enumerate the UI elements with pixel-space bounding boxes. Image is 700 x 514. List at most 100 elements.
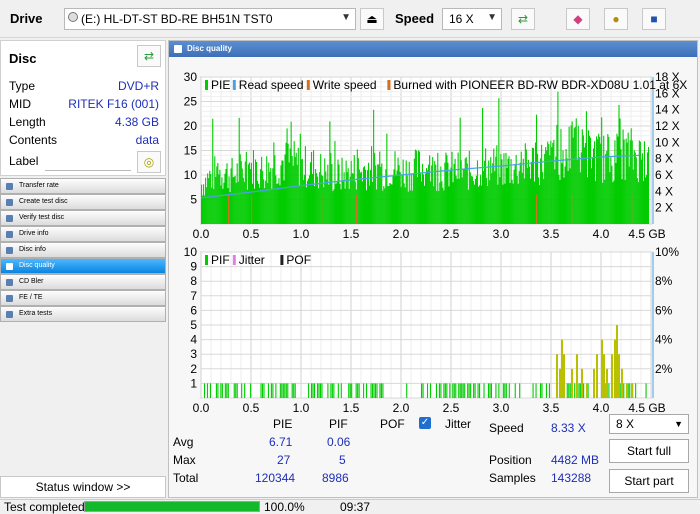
pie-bar bbox=[627, 132, 629, 224]
pie-bar bbox=[431, 165, 433, 224]
chevron-down-icon: ▼ bbox=[674, 419, 683, 429]
pie-bar bbox=[604, 179, 606, 224]
pie-bar bbox=[589, 137, 592, 224]
x-tick-label: 3.0 bbox=[493, 401, 510, 415]
pif-spike bbox=[581, 368, 583, 398]
nav-item-label: Drive info bbox=[19, 230, 49, 237]
pie-bar bbox=[310, 151, 313, 224]
drive-select[interactable]: (E:) HL-DT-ST BD-RE BH51N TST0 ▼ bbox=[64, 8, 356, 30]
pie-bar bbox=[599, 136, 601, 224]
start-part-button[interactable]: Start part bbox=[609, 469, 689, 493]
test-speed-select[interactable]: 8 X ▼ bbox=[609, 414, 689, 434]
pie-bar bbox=[636, 177, 638, 224]
pif-bar bbox=[357, 383, 359, 398]
verify-disc-icon bbox=[6, 215, 13, 222]
pie-bar bbox=[302, 180, 304, 224]
write-speed-mark bbox=[536, 194, 538, 224]
pie-bar bbox=[581, 129, 583, 224]
pie-bar bbox=[595, 180, 597, 224]
pie-bar bbox=[296, 164, 298, 224]
pif-bar bbox=[453, 383, 455, 398]
disc-label-input[interactable] bbox=[45, 151, 131, 171]
pif-bar bbox=[373, 383, 375, 398]
pif-bar bbox=[440, 383, 442, 398]
pif-bar bbox=[363, 383, 365, 398]
progress-bar bbox=[84, 501, 260, 512]
pie-bar bbox=[443, 190, 445, 224]
nav-item-create-test-disc[interactable]: Create test disc bbox=[0, 194, 166, 210]
nav-item-label: Extra tests bbox=[19, 310, 53, 317]
disc-refresh-button[interactable]: ⇄ bbox=[137, 45, 161, 67]
nav-item-label: CD Bler bbox=[19, 278, 44, 285]
pif-bar bbox=[267, 383, 269, 398]
pie-bar bbox=[452, 182, 454, 224]
save-button[interactable]: ■ bbox=[642, 8, 666, 30]
pie-bar bbox=[415, 150, 417, 224]
pie-bar bbox=[215, 176, 217, 224]
pie-bar bbox=[643, 141, 646, 224]
pie-bar bbox=[585, 111, 587, 224]
nav-item-transfer-rate[interactable]: Transfer rate bbox=[0, 178, 166, 194]
legend-swatch bbox=[387, 80, 391, 90]
start-full-button[interactable]: Start full bbox=[609, 439, 689, 463]
pie-bar bbox=[419, 172, 422, 224]
refresh-speed-button[interactable]: ⇄ bbox=[511, 8, 535, 30]
y-tick-label: 10 bbox=[184, 245, 198, 259]
pie-bar bbox=[208, 178, 210, 224]
disc-label-button[interactable]: ◎ bbox=[137, 151, 161, 173]
y-tick-label: 7 bbox=[190, 289, 197, 303]
progress-percent: 100.0% bbox=[264, 500, 305, 514]
speed-select[interactable]: 16 X ▼ bbox=[442, 8, 502, 30]
y2-tick-label: 4% bbox=[655, 333, 673, 347]
pif-bar bbox=[406, 383, 408, 398]
nav-item-extra-tests[interactable]: Extra tests bbox=[0, 306, 166, 322]
pif-bar bbox=[285, 383, 287, 398]
pif-bar bbox=[279, 383, 281, 398]
tools-button[interactable]: ● bbox=[604, 8, 628, 30]
pie-bar bbox=[594, 141, 596, 224]
pie-bar bbox=[241, 168, 243, 224]
pie-bar bbox=[559, 179, 561, 224]
pif-bar bbox=[291, 383, 293, 398]
pie-bar bbox=[436, 190, 438, 224]
legend-label: PIF bbox=[211, 253, 230, 267]
write-speed-mark bbox=[631, 194, 633, 224]
eject-button[interactable]: ⏏ bbox=[360, 8, 384, 30]
pie-bar bbox=[245, 151, 247, 224]
pie-bar bbox=[448, 186, 450, 224]
erase-button[interactable]: ◆ bbox=[566, 8, 590, 30]
nav-item-fe-te[interactable]: FE / TE bbox=[0, 290, 166, 306]
pie-bar bbox=[260, 169, 262, 224]
pif-bar bbox=[449, 383, 451, 398]
nav-item-drive-info[interactable]: Drive info bbox=[0, 226, 166, 242]
write-speed-mark bbox=[321, 194, 323, 224]
nav-item-cd-bler[interactable]: CD Bler bbox=[0, 274, 166, 290]
jitter-checkbox[interactable]: ✓ bbox=[419, 417, 431, 429]
pif-spike bbox=[618, 354, 620, 398]
pie-bar bbox=[372, 181, 374, 224]
pie-bar bbox=[271, 188, 273, 224]
nav-item-disc-quality[interactable]: Disc quality bbox=[0, 258, 166, 274]
pie-bar bbox=[283, 180, 285, 224]
pie-bar bbox=[491, 173, 493, 224]
x-tick-label: 0.0 bbox=[193, 227, 210, 241]
pie-bar bbox=[482, 107, 484, 224]
pie-bar bbox=[519, 162, 521, 224]
pif-bar bbox=[474, 383, 476, 398]
status-window-button[interactable]: Status window >> bbox=[0, 476, 166, 498]
pie-bar bbox=[390, 184, 392, 224]
pie-bar bbox=[616, 133, 618, 224]
pif-bar bbox=[514, 383, 516, 398]
pie-bar bbox=[476, 160, 479, 224]
nav-item-disc-info[interactable]: Disc info bbox=[0, 242, 166, 258]
pie-bar bbox=[463, 168, 465, 224]
pie-bar bbox=[607, 134, 609, 224]
pif-bar bbox=[578, 383, 580, 398]
y2-tick-label: 12 X bbox=[655, 119, 680, 133]
toolbar: Drive (E:) HL-DT-ST BD-RE BH51N TST0 ▼ ⏏… bbox=[0, 0, 700, 38]
nav-item-verify-test-disc[interactable]: Verify test disc bbox=[0, 210, 166, 226]
pie-bar bbox=[221, 177, 223, 224]
pie-bar bbox=[561, 163, 563, 224]
pif-spike bbox=[586, 383, 588, 398]
pie-bar bbox=[640, 159, 642, 224]
